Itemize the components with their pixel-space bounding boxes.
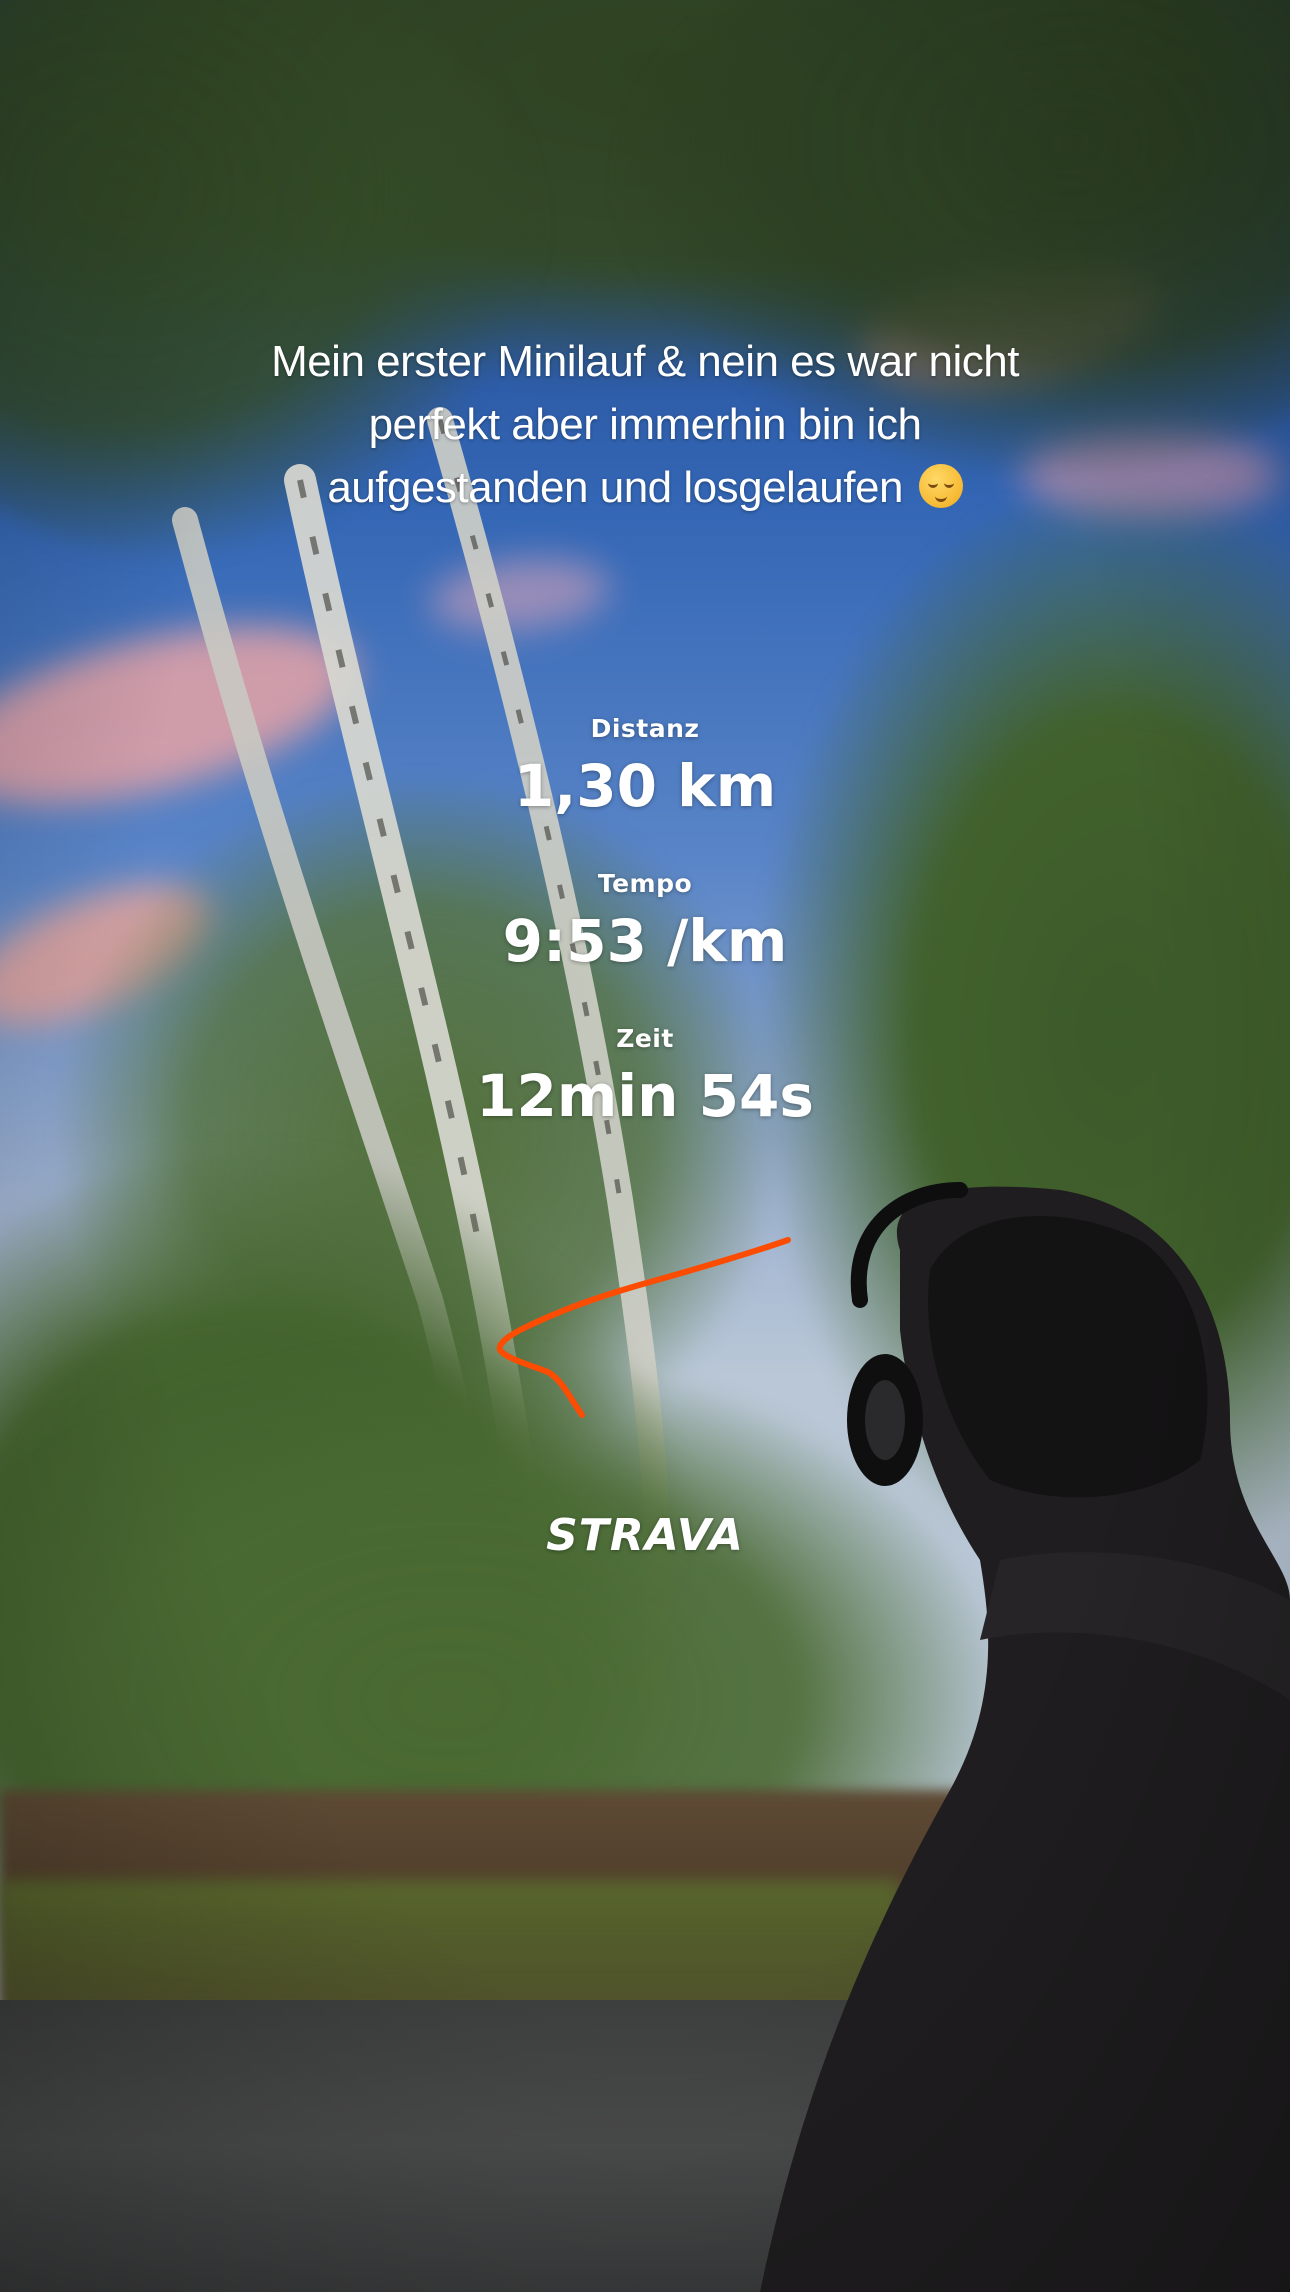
strava-logo: STRAVA <box>546 1510 744 1561</box>
story-screen: Mein erster Minilauf & nein es war nicht… <box>0 0 1290 2292</box>
route-path <box>496 1237 791 1418</box>
route-map-line <box>496 1237 791 1418</box>
